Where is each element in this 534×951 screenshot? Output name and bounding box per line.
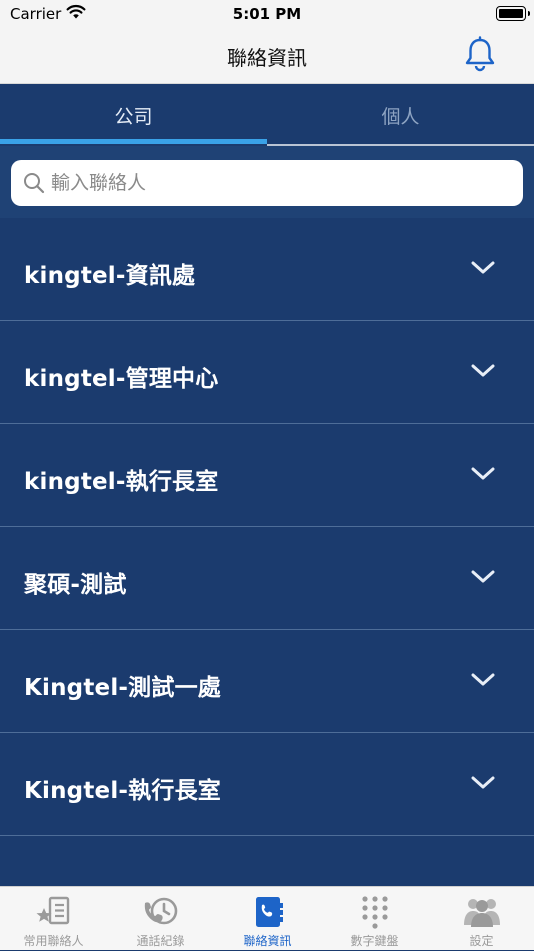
tab-personal[interactable]: 個人	[267, 84, 534, 146]
contact-group-list: kingtel-資訊處 kingtel-管理中心 kingtel-執行長室 聚碩…	[0, 218, 534, 836]
group-row[interactable]: kingtel-執行長室	[0, 424, 534, 527]
tab-settings[interactable]: 設定	[428, 887, 534, 951]
group-label: Kingtel-執行長室	[24, 778, 221, 804]
tab-keypad-label: 數字鍵盤	[350, 934, 399, 948]
tab-call-history-label: 通話紀錄	[136, 934, 185, 948]
keypad-icon	[355, 895, 395, 929]
tab-contacts-label: 聯絡資訊	[243, 934, 292, 948]
tab-indicator	[0, 139, 267, 144]
nav-bar: 聯絡資訊	[0, 28, 534, 84]
group-row[interactable]: kingtel-資訊處	[0, 218, 534, 321]
users-settings-icon	[462, 895, 502, 929]
contacts-book-icon	[248, 895, 288, 929]
group-label: Kingtel-測試一處	[24, 675, 221, 701]
tab-contacts[interactable]: 聯絡資訊	[214, 887, 321, 951]
group-label: 聚碩-測試	[24, 572, 127, 598]
group-row[interactable]: kingtel-管理中心	[0, 321, 534, 424]
tab-favorites[interactable]: 常用聯絡人	[0, 887, 107, 951]
chevron-down-icon[interactable]	[471, 569, 495, 589]
chevron-down-icon[interactable]	[471, 672, 495, 692]
battery-icon	[496, 6, 530, 21]
chevron-down-icon[interactable]	[471, 260, 495, 280]
group-label: kingtel-資訊處	[24, 263, 196, 289]
group-label: kingtel-執行長室	[24, 469, 219, 495]
favorites-list-icon	[34, 895, 74, 929]
tab-favorites-label: 常用聯絡人	[23, 934, 84, 948]
segment-tabs: 公司 個人	[0, 84, 534, 146]
tab-settings-label: 設定	[469, 934, 494, 948]
tab-keypad[interactable]: 數字鍵盤	[321, 887, 428, 951]
search-box[interactable]	[11, 160, 523, 206]
status-bar: Carrier 5:01 PM	[0, 0, 534, 28]
chevron-down-icon[interactable]	[471, 363, 495, 383]
page-title: 聯絡資訊	[227, 46, 307, 70]
group-row[interactable]: Kingtel-執行長室	[0, 733, 534, 836]
group-row[interactable]: 聚碩-測試	[0, 527, 534, 630]
bottom-tab-bar: 常用聯絡人 通話紀錄 聯絡資訊 數字鍵盤 設定	[0, 886, 534, 950]
group-row[interactable]: Kingtel-測試一處	[0, 630, 534, 733]
status-time: 5:01 PM	[232, 5, 302, 23]
search-icon	[23, 172, 45, 198]
call-history-icon	[141, 895, 181, 929]
group-label: kingtel-管理中心	[24, 366, 219, 392]
chevron-down-icon[interactable]	[471, 466, 495, 486]
search-input[interactable]	[51, 166, 511, 200]
chevron-down-icon[interactable]	[471, 775, 495, 795]
tab-call-history[interactable]: 通話紀錄	[107, 887, 214, 951]
bell-icon[interactable]	[463, 36, 497, 72]
tab-company[interactable]: 公司	[0, 84, 267, 146]
search-bar	[0, 146, 534, 218]
